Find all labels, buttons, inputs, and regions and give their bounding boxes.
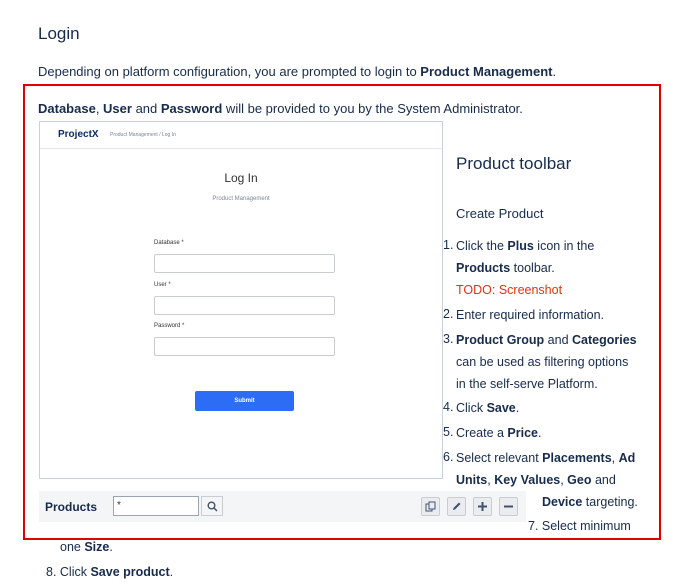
- step-text: and: [544, 333, 573, 347]
- step-text: .: [538, 426, 542, 440]
- step-bold: Size: [84, 540, 110, 554]
- step-text: Select relevant: [456, 451, 543, 465]
- step-text: targeting.: [582, 495, 638, 509]
- database-field[interactable]: [154, 254, 335, 273]
- search-button[interactable]: [201, 496, 223, 516]
- step-bold: Product Group: [456, 333, 545, 347]
- minus-icon: [504, 505, 513, 508]
- step-text: ,: [611, 451, 619, 465]
- step-bold: Units: [456, 473, 488, 487]
- step-bold: Device: [542, 495, 583, 509]
- step-bold: Plus: [507, 239, 534, 253]
- step-bold: Geo: [567, 473, 592, 487]
- step-bold: Products: [456, 261, 511, 275]
- intro-suffix: .: [552, 64, 557, 79]
- step-number: 3.: [443, 332, 454, 346]
- login-header: ProjectX Product Management / Log In: [40, 122, 442, 149]
- step-2: Enter required information.: [456, 304, 604, 326]
- login-subtitle: Product Management: [212, 196, 270, 202]
- credential-password: Password: [160, 101, 223, 116]
- todo-note: TODO: Screenshot: [456, 283, 563, 297]
- step-number: 5.: [443, 425, 454, 439]
- step-text: and: [591, 473, 616, 487]
- password-field[interactable]: [154, 337, 335, 356]
- step-bold: Ad: [618, 451, 636, 465]
- step-number: 1.: [443, 238, 454, 252]
- step-7-continued: one Size.: [60, 540, 113, 554]
- password-label: Password *: [154, 323, 185, 329]
- step-6-continued: Device targeting.: [542, 491, 638, 513]
- plus-icon: [478, 502, 487, 511]
- step-3: Product Group and Categories can be used…: [456, 329, 637, 395]
- step-text: Enter required information.: [456, 308, 604, 322]
- step-number: 2.: [443, 307, 454, 321]
- database-label: Database *: [154, 240, 184, 246]
- login-screenshot: ProjectX Product Management / Log In Log…: [39, 121, 443, 479]
- step-text: 8. Click: [46, 565, 91, 579]
- step-text: Click: [456, 401, 487, 415]
- page-title: Login: [38, 24, 80, 43]
- step-4: Click Save.: [456, 397, 519, 419]
- step-number: 4.: [443, 400, 454, 414]
- step-text: can be used as filtering options: [456, 355, 629, 369]
- intro-bold: Product Management: [420, 64, 553, 79]
- toolbar-search-input[interactable]: *: [113, 496, 199, 516]
- credential-and: and: [131, 101, 161, 116]
- step-6: Select relevant Placements, Ad Units, Ke…: [456, 447, 635, 491]
- step-bold: Categories: [572, 333, 637, 347]
- step-bold: Price: [507, 426, 539, 440]
- credentials-text: Database, User and Password will be prov…: [38, 101, 523, 116]
- step-text: toolbar.: [510, 261, 555, 275]
- product-toolbar-heading: Product toolbar: [456, 154, 572, 173]
- intro-prefix: Depending on platform configuration, you…: [38, 64, 421, 79]
- search-icon: [207, 501, 218, 512]
- products-toolbar: Products *: [39, 491, 526, 522]
- step-text: Create a: [456, 426, 508, 440]
- step-bold: Save: [486, 401, 516, 415]
- login-title: Log In: [224, 171, 258, 185]
- user-label: User *: [154, 282, 171, 288]
- create-product-heading: Create Product: [456, 206, 544, 221]
- step-text: one: [60, 540, 85, 554]
- projectx-logo: ProjectX: [58, 129, 99, 140]
- credential-rest: will be provided to you by the System Ad…: [222, 101, 523, 116]
- copy-icon: [425, 501, 436, 512]
- step-1: Click the Plus icon in the Products tool…: [456, 235, 594, 301]
- credential-database: Database: [38, 101, 96, 116]
- step-text: in the self-serve Platform.: [456, 377, 598, 391]
- copy-button[interactable]: [421, 497, 440, 516]
- edit-icon: [453, 502, 461, 510]
- breadcrumb: Product Management / Log In: [110, 132, 176, 138]
- step-text: .: [169, 565, 174, 579]
- step-bold: Placements: [542, 451, 612, 465]
- step-5: Create a Price.: [456, 422, 542, 444]
- credential-user: User: [103, 101, 132, 116]
- step-bold: Key Values: [494, 473, 561, 487]
- add-button[interactable]: [473, 497, 492, 516]
- step-text: 7. Select minimum: [528, 519, 631, 533]
- toolbar-label: Products: [45, 500, 98, 514]
- step-8: 8. Click Save product.: [46, 565, 173, 579]
- edit-button[interactable]: [447, 497, 466, 516]
- step-text: .: [109, 540, 113, 554]
- submit-button[interactable]: Submit: [195, 391, 294, 411]
- intro-text: Depending on platform configuration, you…: [38, 64, 556, 79]
- step-text: icon in the: [533, 239, 595, 253]
- step-bold: Save product: [90, 565, 170, 579]
- step-text: Click the: [456, 239, 508, 253]
- step-number: 6.: [443, 450, 454, 464]
- user-field[interactable]: [154, 296, 335, 315]
- remove-button[interactable]: [499, 497, 518, 516]
- credential-sep: ,: [95, 101, 104, 116]
- step-text: .: [515, 401, 520, 415]
- step-7: 7. Select minimum: [528, 515, 631, 537]
